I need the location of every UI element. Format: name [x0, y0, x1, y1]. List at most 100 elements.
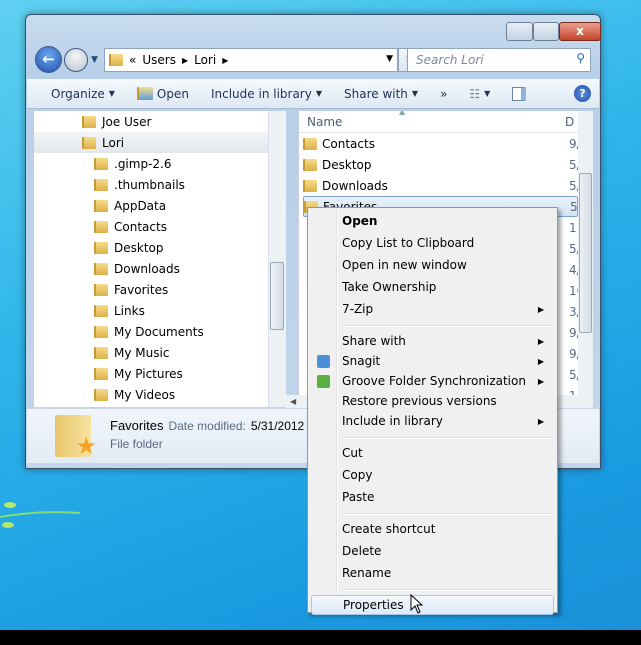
nav-tree-label: AppData [114, 198, 167, 213]
folder-icon [94, 304, 108, 317]
forward-button[interactable] [64, 48, 88, 72]
submenu-arrow-icon: ▶ [537, 356, 544, 366]
folder-icon [94, 262, 108, 275]
nav-tree-item[interactable]: .thumbnails [94, 174, 185, 195]
folder-icon [94, 346, 108, 359]
folder-icon [94, 157, 108, 170]
menu-item-create-shortcut[interactable]: Create shortcut [311, 519, 554, 539]
file-row[interactable]: Downloads 5/ [303, 175, 581, 196]
menu-item-label: Cut [342, 446, 363, 460]
menu-item-label: Take Ownership [342, 280, 437, 294]
folder-icon [94, 367, 108, 380]
open-folder-icon [136, 87, 153, 100]
submenu-arrow-icon: ▶ [537, 376, 544, 386]
menu-item-label: Copy [342, 468, 373, 482]
back-button[interactable]: ← [35, 46, 62, 73]
snagit-icon [317, 354, 330, 368]
date-column-header[interactable]: D [565, 115, 574, 129]
folder-icon [82, 115, 96, 128]
file-name: Desktop [322, 157, 372, 172]
nav-tree-item[interactable]: Downloads [94, 258, 180, 279]
menu-item-share-with[interactable]: Share with ▶ [311, 331, 554, 351]
nav-tree-item[interactable]: Links [94, 300, 145, 321]
nav-tree-label: Desktop [114, 240, 164, 255]
details-type: File folder [110, 437, 163, 451]
menu-item-label: Rename [342, 566, 392, 580]
address-dropdown-icon[interactable]: ▼ [386, 54, 393, 64]
menu-item-snagit[interactable]: Snagit ▶ [311, 351, 554, 371]
menu-item-label: Restore previous versions [342, 394, 497, 408]
change-view-button[interactable]: ☷ ▼ [458, 87, 501, 101]
nav-tree-label: Lori [102, 135, 125, 150]
nav-tree-item[interactable]: Desktop [94, 237, 164, 258]
nav-tree-item[interactable]: Favorites [94, 279, 168, 300]
file-list-scroll-thumb[interactable] [579, 173, 592, 333]
file-row[interactable]: Contacts 9/ [303, 133, 581, 154]
nav-tree-item[interactable]: My Music [94, 342, 169, 363]
menu-separator [341, 589, 553, 591]
share-with-button[interactable]: Share with ▼ [333, 87, 429, 101]
menu-item-restore-previous-versions[interactable]: Restore previous versions [311, 391, 554, 411]
menu-item-delete[interactable]: Delete [311, 541, 554, 561]
organize-button[interactable]: Organize ▼ [27, 87, 126, 101]
menu-item-label: Snagit [342, 354, 381, 368]
nav-tree-item[interactable]: My Documents [94, 321, 204, 342]
menu-separator [341, 437, 553, 439]
maximize-button[interactable] [533, 22, 559, 41]
nav-tree-label: My Pictures [114, 366, 183, 381]
breadcrumb-overflow[interactable]: « [129, 53, 136, 67]
address-bar[interactable]: « Users ▶ Lori ▶ ▼ [104, 48, 398, 72]
menu-item-include-in-library[interactable]: Include in library ▶ [311, 411, 554, 431]
folder-icon [109, 54, 123, 66]
menu-item-groove-folder-synchronization[interactable]: Groove Folder Synchronization ▶ [311, 371, 554, 391]
nav-tree-item[interactable]: Lori [34, 132, 268, 153]
menu-item-open-in-new-window[interactable]: Open in new window [311, 255, 554, 275]
search-input[interactable]: Search Lori ⚲ [407, 48, 591, 72]
folder-icon [94, 325, 108, 338]
folder-icon [303, 137, 317, 150]
open-button[interactable]: Open [126, 87, 200, 101]
breadcrumb-users[interactable]: Users [142, 53, 176, 67]
menu-separator [341, 325, 553, 327]
breadcrumb-lori[interactable]: Lori [194, 53, 216, 67]
submenu-arrow-icon: ▶ [537, 304, 544, 314]
minimize-button[interactable] [506, 22, 533, 41]
nav-tree-item[interactable]: Contacts [94, 216, 167, 237]
details-view-icon: ☷ [469, 86, 481, 101]
details-name: Favorites [110, 418, 164, 433]
menu-item-rename[interactable]: Rename [311, 563, 554, 583]
include-in-library-button[interactable]: Include in library ▼ [200, 87, 333, 101]
nav-tree-label: My Music [114, 345, 170, 360]
menu-item-cut[interactable]: Cut [311, 443, 554, 463]
file-row[interactable]: Desktop 5/ [303, 154, 581, 175]
menu-item-paste[interactable]: Paste [311, 487, 554, 507]
nav-pane-scroll-thumb[interactable] [270, 262, 284, 330]
name-column-header[interactable]: Name [307, 115, 342, 129]
nav-tree-item[interactable]: My Pictures [94, 363, 183, 384]
search-placeholder: Search Lori [416, 53, 484, 67]
folder-icon [94, 178, 108, 191]
recent-pages-dropdown[interactable]: ▼ [91, 55, 98, 65]
nav-tree-item[interactable]: AppData [94, 195, 166, 216]
nav-tree-item[interactable]: My Videos [94, 384, 175, 405]
menu-item-open[interactable]: Open [311, 211, 554, 231]
folder-icon [94, 283, 108, 296]
menu-item-label: Include in library [342, 414, 443, 428]
menu-item-properties[interactable]: Properties [311, 595, 554, 615]
menu-item-7-zip[interactable]: 7-Zip ▶ [311, 299, 554, 319]
menu-item-copy[interactable]: Copy [311, 465, 554, 485]
close-button[interactable]: x [559, 22, 601, 41]
more-commands-button[interactable]: » [429, 87, 458, 101]
nav-tree-item[interactable]: Joe User [82, 111, 151, 132]
details-summary: Favorites Date modified: 5/31/2012 [110, 418, 304, 433]
help-button[interactable]: ? [574, 85, 591, 102]
menu-item-copy-list-to-clipboard[interactable]: Copy List to Clipboard [311, 233, 554, 253]
menu-item-label: Properties [343, 598, 404, 612]
search-icon[interactable]: ⚲ [576, 51, 585, 65]
nav-tree-item[interactable]: .gimp-2.6 [94, 153, 172, 174]
nav-pane-scrollbar[interactable] [268, 111, 286, 407]
nav-tree-label: My Videos [114, 387, 176, 402]
preview-pane-button[interactable] [501, 86, 537, 101]
menu-item-label: Share with [342, 334, 406, 348]
menu-item-take-ownership[interactable]: Take Ownership [311, 277, 554, 297]
